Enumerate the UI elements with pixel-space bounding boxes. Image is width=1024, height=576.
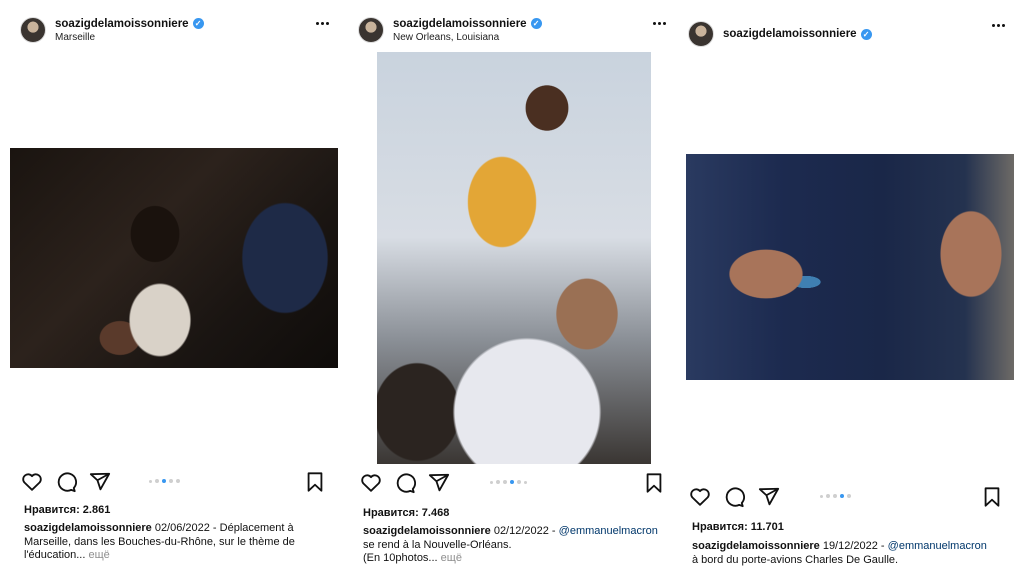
caption-more-link[interactable]: ещё <box>85 549 109 561</box>
bookmark-icon[interactable] <box>980 485 1004 509</box>
likes-count[interactable]: Нравится: 2.861 <box>24 504 110 516</box>
caption-line-3: (En 10photos... ещё <box>363 552 679 566</box>
heart-icon[interactable] <box>359 471 383 495</box>
post-header: soazigdelamoissonniere ✓ New Orleans, Lo… <box>345 6 681 54</box>
username-row: soazigdelamoissonniere ✓ <box>55 18 204 30</box>
more-horizontal-icon <box>991 23 995 27</box>
post-actions <box>684 485 1024 513</box>
caption-username-link[interactable]: soazigdelamoissonniere <box>24 522 152 534</box>
verified-badge-icon: ✓ <box>530 18 542 29</box>
more-horizontal-icon <box>315 21 319 25</box>
carousel-dot <box>496 480 500 484</box>
carousel-dot <box>847 494 851 498</box>
paper-plane-icon[interactable] <box>757 485 781 509</box>
username-row: soazigdelamoissonniere ✓ <box>393 18 542 30</box>
carousel-dot <box>833 494 837 498</box>
caption-date: 19/12/2022 - <box>819 540 888 552</box>
more-dot <box>996 23 1000 27</box>
likes-count[interactable]: Нравится: 11.701 <box>692 521 784 533</box>
more-dot <box>657 21 661 25</box>
carousel-indicator <box>820 494 851 498</box>
username-link[interactable]: soazigdelamoissonniere <box>723 28 857 40</box>
post-header-text: soazigdelamoissonniere ✓ Marseille <box>55 18 204 43</box>
post-caption: soazigdelamoissonniere 02/06/2022 - Dépl… <box>24 522 324 563</box>
caption-line-2: Marseille, dans les Bouches-du-Rhône, su… <box>24 535 295 548</box>
bookmark-icon[interactable] <box>303 470 327 494</box>
post-header: soazigdelamoissonniere ✓ <box>684 10 1024 58</box>
carousel-dot <box>169 479 173 483</box>
carousel-dot <box>524 480 527 484</box>
caption-username-link[interactable]: soazigdelamoissonniere <box>692 540 820 552</box>
carousel-dot <box>826 494 830 498</box>
caption-line-1: soazigdelamoissonniere 02/12/2022 - @emm… <box>363 525 679 539</box>
caption-text: l'éducation... <box>24 549 86 561</box>
avatar[interactable] <box>20 17 46 43</box>
caption-line-3: l'éducation... ещё <box>24 549 324 563</box>
comment-icon[interactable] <box>722 485 746 509</box>
post-header: soazigdelamoissonniere ✓ Marseille <box>0 6 342 54</box>
avatar[interactable] <box>688 21 714 47</box>
post-caption: soazigdelamoissonniere 02/12/2022 - @emm… <box>363 525 679 566</box>
caption-username-link[interactable]: soazigdelamoissonniere <box>363 525 491 537</box>
mention-link[interactable]: @emmanuelmacron <box>559 525 658 537</box>
more-options-button[interactable] <box>312 16 332 30</box>
carousel-indicator <box>149 479 180 483</box>
carousel-dot-active <box>162 479 166 483</box>
caption-line-1: soazigdelamoissonniere 02/06/2022 - Dépl… <box>24 522 324 536</box>
post-card: soazigdelamoissonniere ✓ New Orleans, Lo… <box>345 0 681 576</box>
likes-count[interactable]: Нравится: 7.468 <box>363 507 449 519</box>
more-options-button[interactable] <box>649 16 669 30</box>
more-dot <box>662 21 666 25</box>
carousel-dot <box>490 480 493 484</box>
caption-text: (En 10photos... <box>363 552 438 564</box>
paper-plane-icon[interactable] <box>427 471 451 495</box>
location-link[interactable]: New Orleans, Louisiana <box>393 32 542 43</box>
post-card: soazigdelamoissonniere ✓ Marseille Нрави… <box>0 0 342 576</box>
heart-icon[interactable] <box>20 470 44 494</box>
verified-badge-icon: ✓ <box>860 28 872 40</box>
caption-line-1: soazigdelamoissonniere 19/12/2022 - @emm… <box>692 540 1024 554</box>
comment-icon[interactable] <box>54 470 78 494</box>
carousel-dot <box>176 479 180 483</box>
post-header-text: soazigdelamoissonniere ✓ New Orleans, Lo… <box>393 18 542 43</box>
post-header-text: soazigdelamoissonniere ✓ <box>723 28 872 40</box>
post-actions <box>345 471 681 499</box>
post-photo[interactable] <box>686 154 1014 380</box>
post-card: soazigdelamoissonniere ✓ Нравится: 11.70… <box>684 0 1024 576</box>
caption-line-2: se rend à la Nouvelle-Orléans. <box>363 538 512 551</box>
carousel-dot-active <box>840 494 844 498</box>
carousel-indicator <box>490 480 527 484</box>
username-row: soazigdelamoissonniere ✓ <box>723 28 872 40</box>
more-options-button[interactable] <box>988 18 1008 32</box>
post-photo[interactable] <box>377 52 651 464</box>
username-link[interactable]: soazigdelamoissonniere <box>55 18 189 30</box>
caption-text: 02/06/2022 - Déplacement à <box>151 522 294 534</box>
carousel-dot-active <box>510 480 514 484</box>
carousel-dot <box>503 480 507 484</box>
carousel-dot <box>155 479 159 483</box>
comment-icon[interactable] <box>393 471 417 495</box>
post-actions <box>0 470 342 498</box>
caption-date: 02/12/2022 - <box>490 525 559 537</box>
heart-icon[interactable] <box>688 485 712 509</box>
more-dot <box>320 21 324 25</box>
verified-badge-icon: ✓ <box>192 18 204 29</box>
username-link[interactable]: soazigdelamoissonniere <box>393 18 527 30</box>
avatar[interactable] <box>358 17 384 43</box>
carousel-dot <box>517 480 521 484</box>
more-dot <box>1001 23 1005 27</box>
carousel-dot <box>820 494 823 498</box>
more-dot <box>325 21 329 25</box>
caption-line-2: à bord du porte-avions Charles De Gaulle… <box>692 553 899 566</box>
carousel-dot <box>149 479 152 483</box>
post-photo[interactable] <box>10 148 338 368</box>
more-horizontal-icon <box>652 21 656 25</box>
location-link[interactable]: Marseille <box>55 32 204 43</box>
caption-more-link[interactable]: ещё <box>438 552 462 564</box>
paper-plane-icon[interactable] <box>88 470 112 494</box>
mention-link[interactable]: @emmanuelmacron <box>888 540 987 552</box>
bookmark-icon[interactable] <box>642 471 666 495</box>
post-caption: soazigdelamoissonniere 19/12/2022 - @emm… <box>692 540 1024 567</box>
